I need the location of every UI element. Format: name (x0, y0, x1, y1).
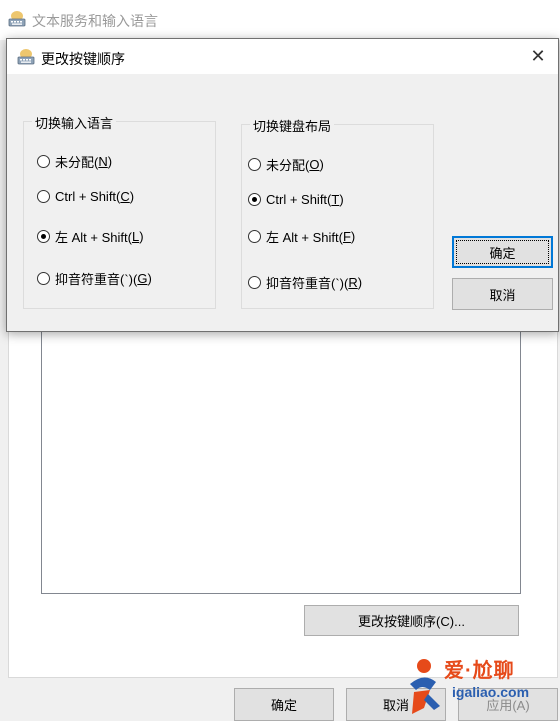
input-language-option-ctrl-shift[interactable]: Ctrl + Shift(C) (37, 189, 134, 204)
input-language-option-left-alt-shift[interactable]: 左 Alt + Shift(L) (37, 227, 144, 246)
parent-ok-button[interactable]: 确定 (234, 688, 334, 721)
keyboard-layout-option-unassigned[interactable]: 未分配(O) (248, 155, 324, 174)
radio-button[interactable] (37, 272, 50, 285)
cancel-button[interactable]: 取消 (452, 278, 553, 310)
dialog-titlebar[interactable]: 更改按键顺序 ✕ (7, 39, 558, 74)
close-icon: ✕ (530, 46, 546, 66)
radio-button-checked[interactable] (248, 193, 261, 206)
radio-button-checked[interactable] (37, 230, 50, 243)
ok-button[interactable]: 确定 (452, 236, 553, 268)
keyboard-globe-icon (17, 49, 35, 65)
keyboard-layout-group-legend: 切换键盘布局 (250, 116, 335, 135)
change-key-sequence-dialog: 更改按键顺序 ✕ 切换输入语言 未分配(N) Ctrl + Shift(C) 左… (6, 38, 559, 332)
radio-button[interactable] (248, 158, 261, 171)
keyboard-globe-icon (8, 11, 26, 27)
radio-button[interactable] (248, 276, 261, 289)
parent-list-box[interactable] (41, 320, 521, 594)
input-language-group-legend: 切换输入语言 (32, 113, 117, 132)
parent-cancel-button[interactable]: 取消 (346, 688, 446, 721)
close-button[interactable]: ✕ (518, 39, 558, 74)
keyboard-layout-option-ctrl-shift[interactable]: Ctrl + Shift(T) (248, 192, 344, 207)
input-language-option-grave-accent[interactable]: 抑音符重音(`)(G) (37, 269, 152, 288)
keyboard-layout-option-left-alt-shift[interactable]: 左 Alt + Shift(F) (248, 227, 355, 246)
keyboard-layout-option-grave-accent[interactable]: 抑音符重音(`)(R) (248, 273, 362, 292)
input-language-option-unassigned[interactable]: 未分配(N) (37, 152, 112, 171)
parent-titlebar: 文本服务和输入语言 (0, 0, 560, 40)
radio-button[interactable] (37, 190, 50, 203)
radio-button[interactable] (248, 230, 261, 243)
parent-apply-button[interactable]: 应用(A) (458, 688, 558, 721)
dialog-title: 更改按键顺序 (41, 51, 125, 67)
radio-button[interactable] (37, 155, 50, 168)
parent-window-title: 文本服务和输入语言 (32, 13, 158, 29)
change-key-sequence-button[interactable]: 更改按键顺序(C)... (304, 605, 519, 636)
